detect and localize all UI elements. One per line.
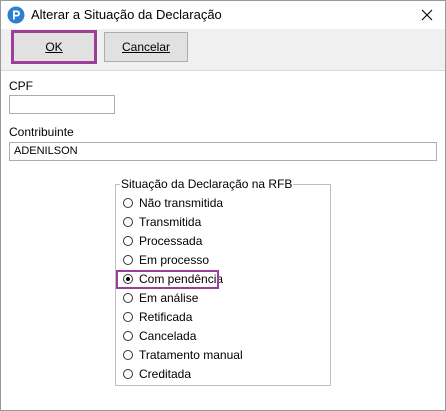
radio-nao-transmitida[interactable]: Não transmitida (123, 194, 223, 212)
radio-creditada[interactable]: Creditada (123, 365, 191, 383)
radio-button-icon (123, 217, 133, 227)
radio-em-analise[interactable]: Em análise (123, 289, 198, 307)
app-logo-icon (7, 6, 25, 24)
radio-cancelada[interactable]: Cancelada (123, 327, 196, 345)
radio-tratamento-manual[interactable]: Tratamento manual (123, 346, 243, 364)
close-button[interactable] (409, 1, 445, 29)
radio-selected-icon (123, 274, 133, 284)
toolbar: OK Cancelar (1, 29, 445, 69)
close-icon (421, 9, 433, 21)
radio-label: Processada (139, 234, 203, 248)
radio-button-icon (123, 350, 133, 360)
radio-label: Não transmitida (139, 196, 224, 210)
radio-button-icon (123, 312, 133, 322)
radio-em-processo[interactable]: Em processo (123, 251, 209, 269)
radio-button-icon (123, 331, 133, 341)
cancel-button[interactable]: Cancelar (104, 32, 188, 62)
situacao-group-title: Situação da Declaração na RFB (120, 177, 294, 191)
radio-label: Em análise (139, 291, 199, 305)
radio-button-icon (123, 198, 133, 208)
radio-label: Com pendência (139, 272, 224, 286)
title-bar: Alterar a Situação da Declaração (1, 1, 445, 29)
radio-button-icon (123, 293, 133, 303)
dialog-window: Alterar a Situação da Declaração OK Canc… (0, 0, 446, 411)
radio-button-icon (123, 369, 133, 379)
cpf-label: CPF (9, 79, 33, 93)
radio-label: Transmitida (139, 215, 202, 229)
radio-button-icon (123, 236, 133, 246)
radio-transmitida[interactable]: Transmitida (123, 213, 201, 231)
radio-com-pendencia[interactable]: Com pendência (123, 270, 223, 288)
radio-label: Em processo (139, 253, 210, 267)
radio-label: Cancelada (139, 329, 197, 343)
window-title: Alterar a Situação da Declaração (31, 7, 222, 22)
radio-label: Tratamento manual (139, 348, 243, 362)
radio-processada[interactable]: Processada (123, 232, 202, 250)
situacao-groupbox: Situação da Declaração na RFB Não transm… (115, 177, 331, 386)
contribuinte-field[interactable]: ADENILSON (9, 142, 437, 161)
radio-button-icon (123, 255, 133, 265)
contribuinte-label: Contribuinte (9, 125, 74, 139)
radio-label: Retificada (139, 310, 193, 324)
cpf-field[interactable] (9, 95, 115, 114)
radio-retificada[interactable]: Retificada (123, 308, 192, 326)
radio-label: Creditada (139, 367, 192, 381)
form-area: CPF Contribuinte ADENILSON Situação da D… (1, 70, 445, 410)
ok-button[interactable]: OK (11, 30, 97, 64)
